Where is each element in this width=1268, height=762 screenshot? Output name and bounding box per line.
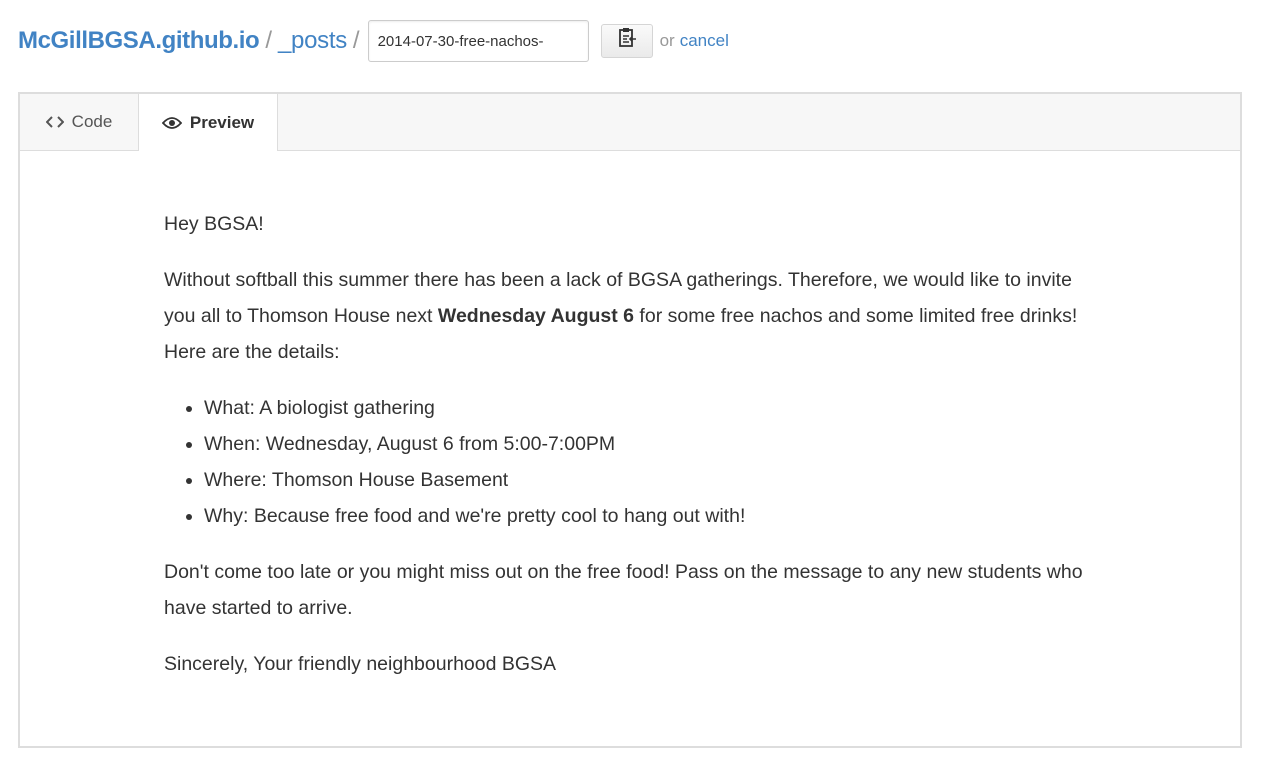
- code-brackets-icon: [45, 115, 64, 129]
- intro-paragraph: Without softball this summer there has b…: [164, 262, 1094, 370]
- file-editor: Code Preview Hey BGSA! Without softball …: [18, 92, 1242, 748]
- list-item: Why: Because free food and we're pretty …: [204, 498, 1094, 534]
- details-list: What: A biologist gathering When: Wednes…: [164, 390, 1094, 534]
- tab-code[interactable]: Code: [20, 94, 138, 150]
- breadcrumb-separator: /: [265, 27, 272, 54]
- tab-preview-label: Preview: [189, 112, 255, 132]
- tab-preview[interactable]: Preview: [138, 94, 278, 151]
- copy-path-button[interactable]: [600, 24, 653, 58]
- eye-icon: [161, 116, 182, 130]
- clipboard-icon: [617, 27, 637, 56]
- list-item: Where: Thomson House Basement: [204, 462, 1094, 498]
- filename-input[interactable]: [367, 20, 589, 62]
- list-item: When: Wednesday, August 6 from 5:00-7:00…: [204, 426, 1094, 462]
- editor-tabbar: Code Preview: [20, 94, 1240, 151]
- or-text: or: [659, 31, 675, 50]
- tab-code-label: Code: [71, 112, 113, 131]
- breadcrumb-separator: /: [352, 27, 360, 54]
- preview-content: Hey BGSA! Without softball this summer t…: [164, 206, 1094, 702]
- posts-folder-link[interactable]: _posts: [278, 27, 347, 55]
- greeting-paragraph: Hey BGSA!: [164, 213, 264, 235]
- closing-paragraph: Don't come too late or you might miss ou…: [164, 561, 1083, 619]
- signoff-paragraph: Sincerely, Your friendly neighbourhood B…: [164, 653, 557, 675]
- list-item: What: A biologist gathering: [204, 390, 1094, 426]
- event-date-bold: Wednesday August 6: [437, 305, 635, 327]
- cancel-link[interactable]: cancel: [680, 31, 729, 51]
- breadcrumb: McGillBGSA.github.io / _posts / or cance…: [18, 20, 729, 62]
- repo-link[interactable]: McGillBGSA.github.io: [18, 27, 260, 55]
